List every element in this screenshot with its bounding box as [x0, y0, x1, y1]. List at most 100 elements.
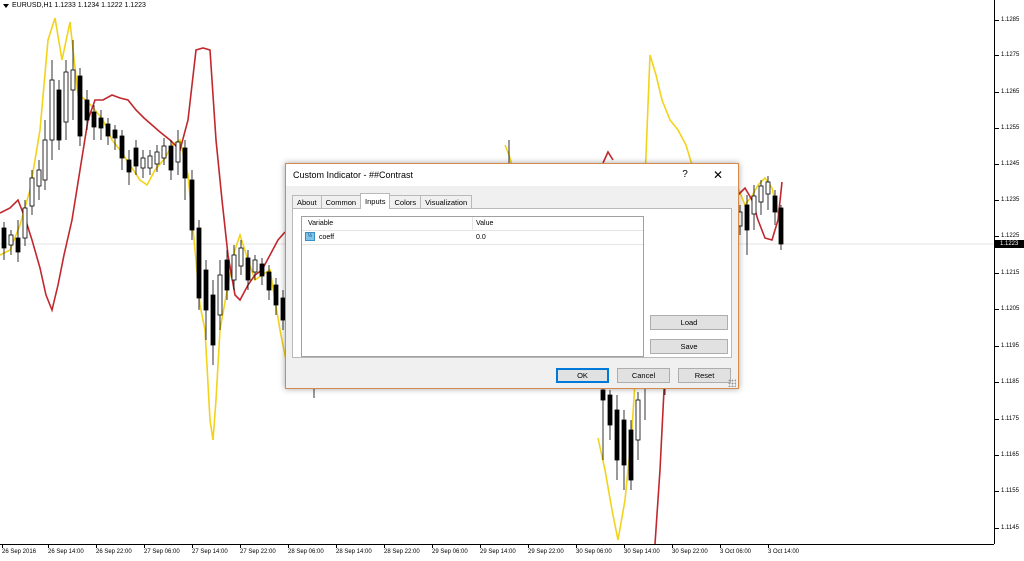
inputs-panel: Variable Value ½ coeff 0.0 Load Save — [292, 208, 732, 358]
time-label: 28 Sep 14:00 — [336, 549, 372, 555]
price-tick — [995, 419, 999, 420]
time-tick — [480, 545, 481, 548]
table-row[interactable]: ½ coeff 0.0 — [302, 231, 643, 245]
chart-menu-triangle-icon[interactable] — [3, 3, 9, 8]
reset-button[interactable]: Reset — [678, 368, 731, 383]
help-button[interactable]: ? — [674, 166, 696, 184]
indicator-line-yellow — [0, 17, 291, 441]
time-tick — [48, 545, 49, 548]
dialog-tabs: About Common Inputs Colors Visualization — [292, 193, 473, 209]
price-label: 1.1155 — [1001, 488, 1019, 494]
price-tick — [995, 236, 999, 237]
price-label: 1.1265 — [1001, 89, 1020, 95]
column-separator[interactable] — [472, 217, 473, 230]
price-label: 1.1285 — [1001, 17, 1020, 23]
dialog-titlebar[interactable]: Custom Indicator - ##Contrast ? ✕ — [286, 164, 738, 186]
time-axis[interactable]: 26 Sep 2016 26 Sep 14:00 26 Sep 22:00 27… — [0, 544, 994, 561]
column-header-value[interactable]: Value — [476, 220, 493, 227]
price-tick — [995, 491, 999, 492]
price-label: 1.1165 — [1001, 452, 1019, 458]
tab-about[interactable]: About — [292, 195, 322, 209]
time-tick — [528, 545, 529, 548]
time-tick — [192, 545, 193, 548]
price-label: 1.1275 — [1001, 52, 1020, 58]
tab-inputs[interactable]: Inputs — [360, 193, 391, 209]
time-tick — [288, 545, 289, 548]
time-tick — [2, 545, 3, 548]
price-tick — [995, 528, 999, 529]
time-label: 26 Sep 2016 — [2, 549, 37, 555]
time-label: 29 Sep 06:00 — [432, 549, 468, 555]
tab-colors[interactable]: Colors — [389, 195, 422, 209]
price-label: 1.1185 — [1001, 379, 1019, 385]
column-header-variable[interactable]: Variable — [308, 220, 333, 227]
price-tick — [995, 128, 999, 129]
time-label: 29 Sep 14:00 — [480, 549, 516, 555]
price-tick — [995, 273, 999, 274]
time-label: 3 Oct 14:00 — [768, 549, 800, 555]
price-tick — [995, 92, 999, 93]
price-label: 1.1235 — [1001, 197, 1020, 203]
time-tick — [240, 545, 241, 548]
load-button[interactable]: Load — [650, 315, 728, 330]
time-tick — [768, 545, 769, 548]
time-label: 30 Sep 14:00 — [624, 549, 660, 555]
time-tick — [432, 545, 433, 548]
time-tick — [96, 545, 97, 548]
param-value[interactable]: 0.0 — [476, 234, 486, 241]
time-label: 28 Sep 22:00 — [384, 549, 420, 555]
time-label: 26 Sep 14:00 — [48, 549, 84, 555]
price-label: 1.1215 — [1001, 270, 1020, 276]
time-label: 29 Sep 22:00 — [528, 549, 564, 555]
price-tick — [995, 382, 999, 383]
price-label: 1.1195 — [1001, 343, 1019, 349]
price-label: 1.1175 — [1001, 416, 1019, 422]
time-label: 27 Sep 22:00 — [240, 549, 276, 555]
ok-button[interactable]: OK — [556, 368, 609, 383]
price-tick — [995, 55, 999, 56]
double-type-icon: ½ — [305, 232, 315, 241]
custom-indicator-dialog: Custom Indicator - ##Contrast ? ✕ About … — [285, 163, 739, 389]
time-label: 26 Sep 22:00 — [96, 549, 132, 555]
tab-visualization[interactable]: Visualization — [420, 195, 473, 209]
time-label: 30 Sep 06:00 — [576, 549, 612, 555]
price-tick — [995, 200, 999, 201]
time-tick — [672, 545, 673, 548]
table-header: Variable Value — [302, 217, 643, 231]
price-label: 1.1255 — [1001, 125, 1020, 131]
time-tick — [144, 545, 145, 548]
price-tick — [995, 20, 999, 21]
price-label: 1.1145 — [1001, 525, 1019, 531]
price-tick — [995, 346, 999, 347]
tab-common[interactable]: Common — [320, 195, 362, 209]
dialog-title: Custom Indicator - ##Contrast — [293, 170, 414, 180]
time-tick — [720, 545, 721, 548]
price-label: 1.1205 — [1001, 306, 1020, 312]
indicator-line-red-mid — [602, 150, 614, 164]
indicator-line-yellow-right-2 — [737, 176, 779, 215]
price-tick — [995, 164, 999, 165]
price-axis[interactable]: 1.1285 1.1275 1.1265 1.1255 1.1245 1.123… — [994, 0, 1024, 544]
price-tick — [995, 455, 999, 456]
chart-header: EURUSD,H1 1.1233 1.1234 1.1222 1.1223 — [3, 2, 146, 9]
time-tick — [576, 545, 577, 548]
chart-symbol-ohlc: EURUSD,H1 1.1233 1.1234 1.1222 1.1223 — [12, 2, 146, 9]
inputs-table[interactable]: Variable Value ½ coeff 0.0 — [301, 216, 644, 357]
time-label: 27 Sep 14:00 — [192, 549, 228, 555]
param-name: coeff — [319, 234, 335, 241]
time-label: 3 Oct 06:00 — [720, 549, 752, 555]
price-label: 1.1245 — [1001, 161, 1020, 167]
current-price-badge: 1.1223 — [995, 240, 1024, 248]
time-label: 27 Sep 06:00 — [144, 549, 180, 555]
close-button[interactable]: ✕ — [704, 166, 732, 184]
time-tick — [624, 545, 625, 548]
indicator-line-yellow-mid — [504, 144, 513, 166]
time-tick — [336, 545, 337, 548]
cancel-button[interactable]: Cancel — [617, 368, 670, 383]
time-label: 30 Sep 22:00 — [672, 549, 708, 555]
price-label: 1.1225 — [1001, 233, 1020, 239]
time-label: 28 Sep 06:00 — [288, 549, 324, 555]
price-tick — [995, 309, 999, 310]
save-button[interactable]: Save — [650, 339, 728, 354]
resize-grip-icon[interactable] — [728, 379, 736, 387]
